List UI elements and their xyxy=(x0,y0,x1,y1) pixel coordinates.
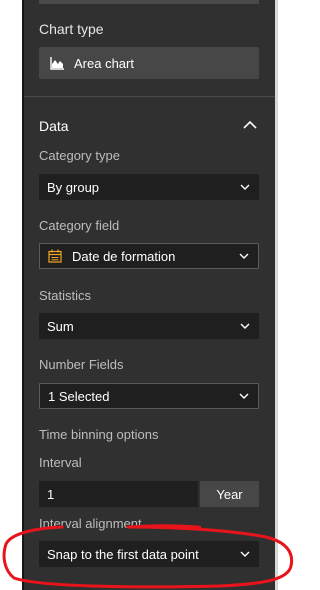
interval-input[interactable]: 1 xyxy=(39,481,198,507)
right-white-margin xyxy=(275,0,295,590)
interval-alignment-select[interactable]: Snap to the first data point xyxy=(39,541,259,567)
interval-label: Interval xyxy=(39,455,82,470)
interval-alignment-value: Snap to the first data point xyxy=(47,546,199,562)
chart-type-label: Chart type xyxy=(39,21,104,37)
interval-value: 1 xyxy=(47,486,55,502)
category-type-select[interactable]: By group xyxy=(39,174,259,200)
section-divider xyxy=(24,96,275,97)
number-fields-value: 1 Selected xyxy=(48,388,110,404)
chart-type-button[interactable]: Area chart xyxy=(39,47,259,79)
statistics-value: Sum xyxy=(47,318,74,334)
chevron-down-icon xyxy=(239,393,249,399)
interval-unit-button[interactable]: Year xyxy=(200,481,259,507)
category-type-label: Category type xyxy=(39,148,120,163)
panel-scrollbar[interactable] xyxy=(275,0,278,590)
chart-type-value: Area chart xyxy=(74,55,134,71)
data-section-title: Data xyxy=(39,118,69,134)
statistics-select[interactable]: Sum xyxy=(39,313,259,339)
calendar-icon xyxy=(48,249,62,263)
category-field-value: Date de formation xyxy=(72,248,176,264)
category-type-value: By group xyxy=(47,179,100,195)
chevron-down-icon xyxy=(239,253,249,259)
time-binning-label: Time binning options xyxy=(39,427,159,442)
category-field-label: Category field xyxy=(39,218,120,233)
interval-alignment-label: Interval alignment xyxy=(39,516,142,531)
chevron-down-icon xyxy=(240,323,250,329)
chevron-down-icon xyxy=(240,184,250,190)
statistics-label: Statistics xyxy=(39,288,92,303)
previous-control-edge xyxy=(39,0,259,4)
number-fields-label: Number Fields xyxy=(39,357,124,372)
area-chart-icon xyxy=(50,57,64,70)
left-white-margin xyxy=(0,0,22,590)
chart-settings-panel: Chart type Area chart Data Category type… xyxy=(24,0,275,590)
number-fields-select[interactable]: 1 Selected xyxy=(39,383,259,409)
category-field-select[interactable]: Date de formation xyxy=(39,243,259,269)
chevron-up-icon[interactable] xyxy=(242,118,258,132)
chevron-down-icon xyxy=(240,551,250,557)
